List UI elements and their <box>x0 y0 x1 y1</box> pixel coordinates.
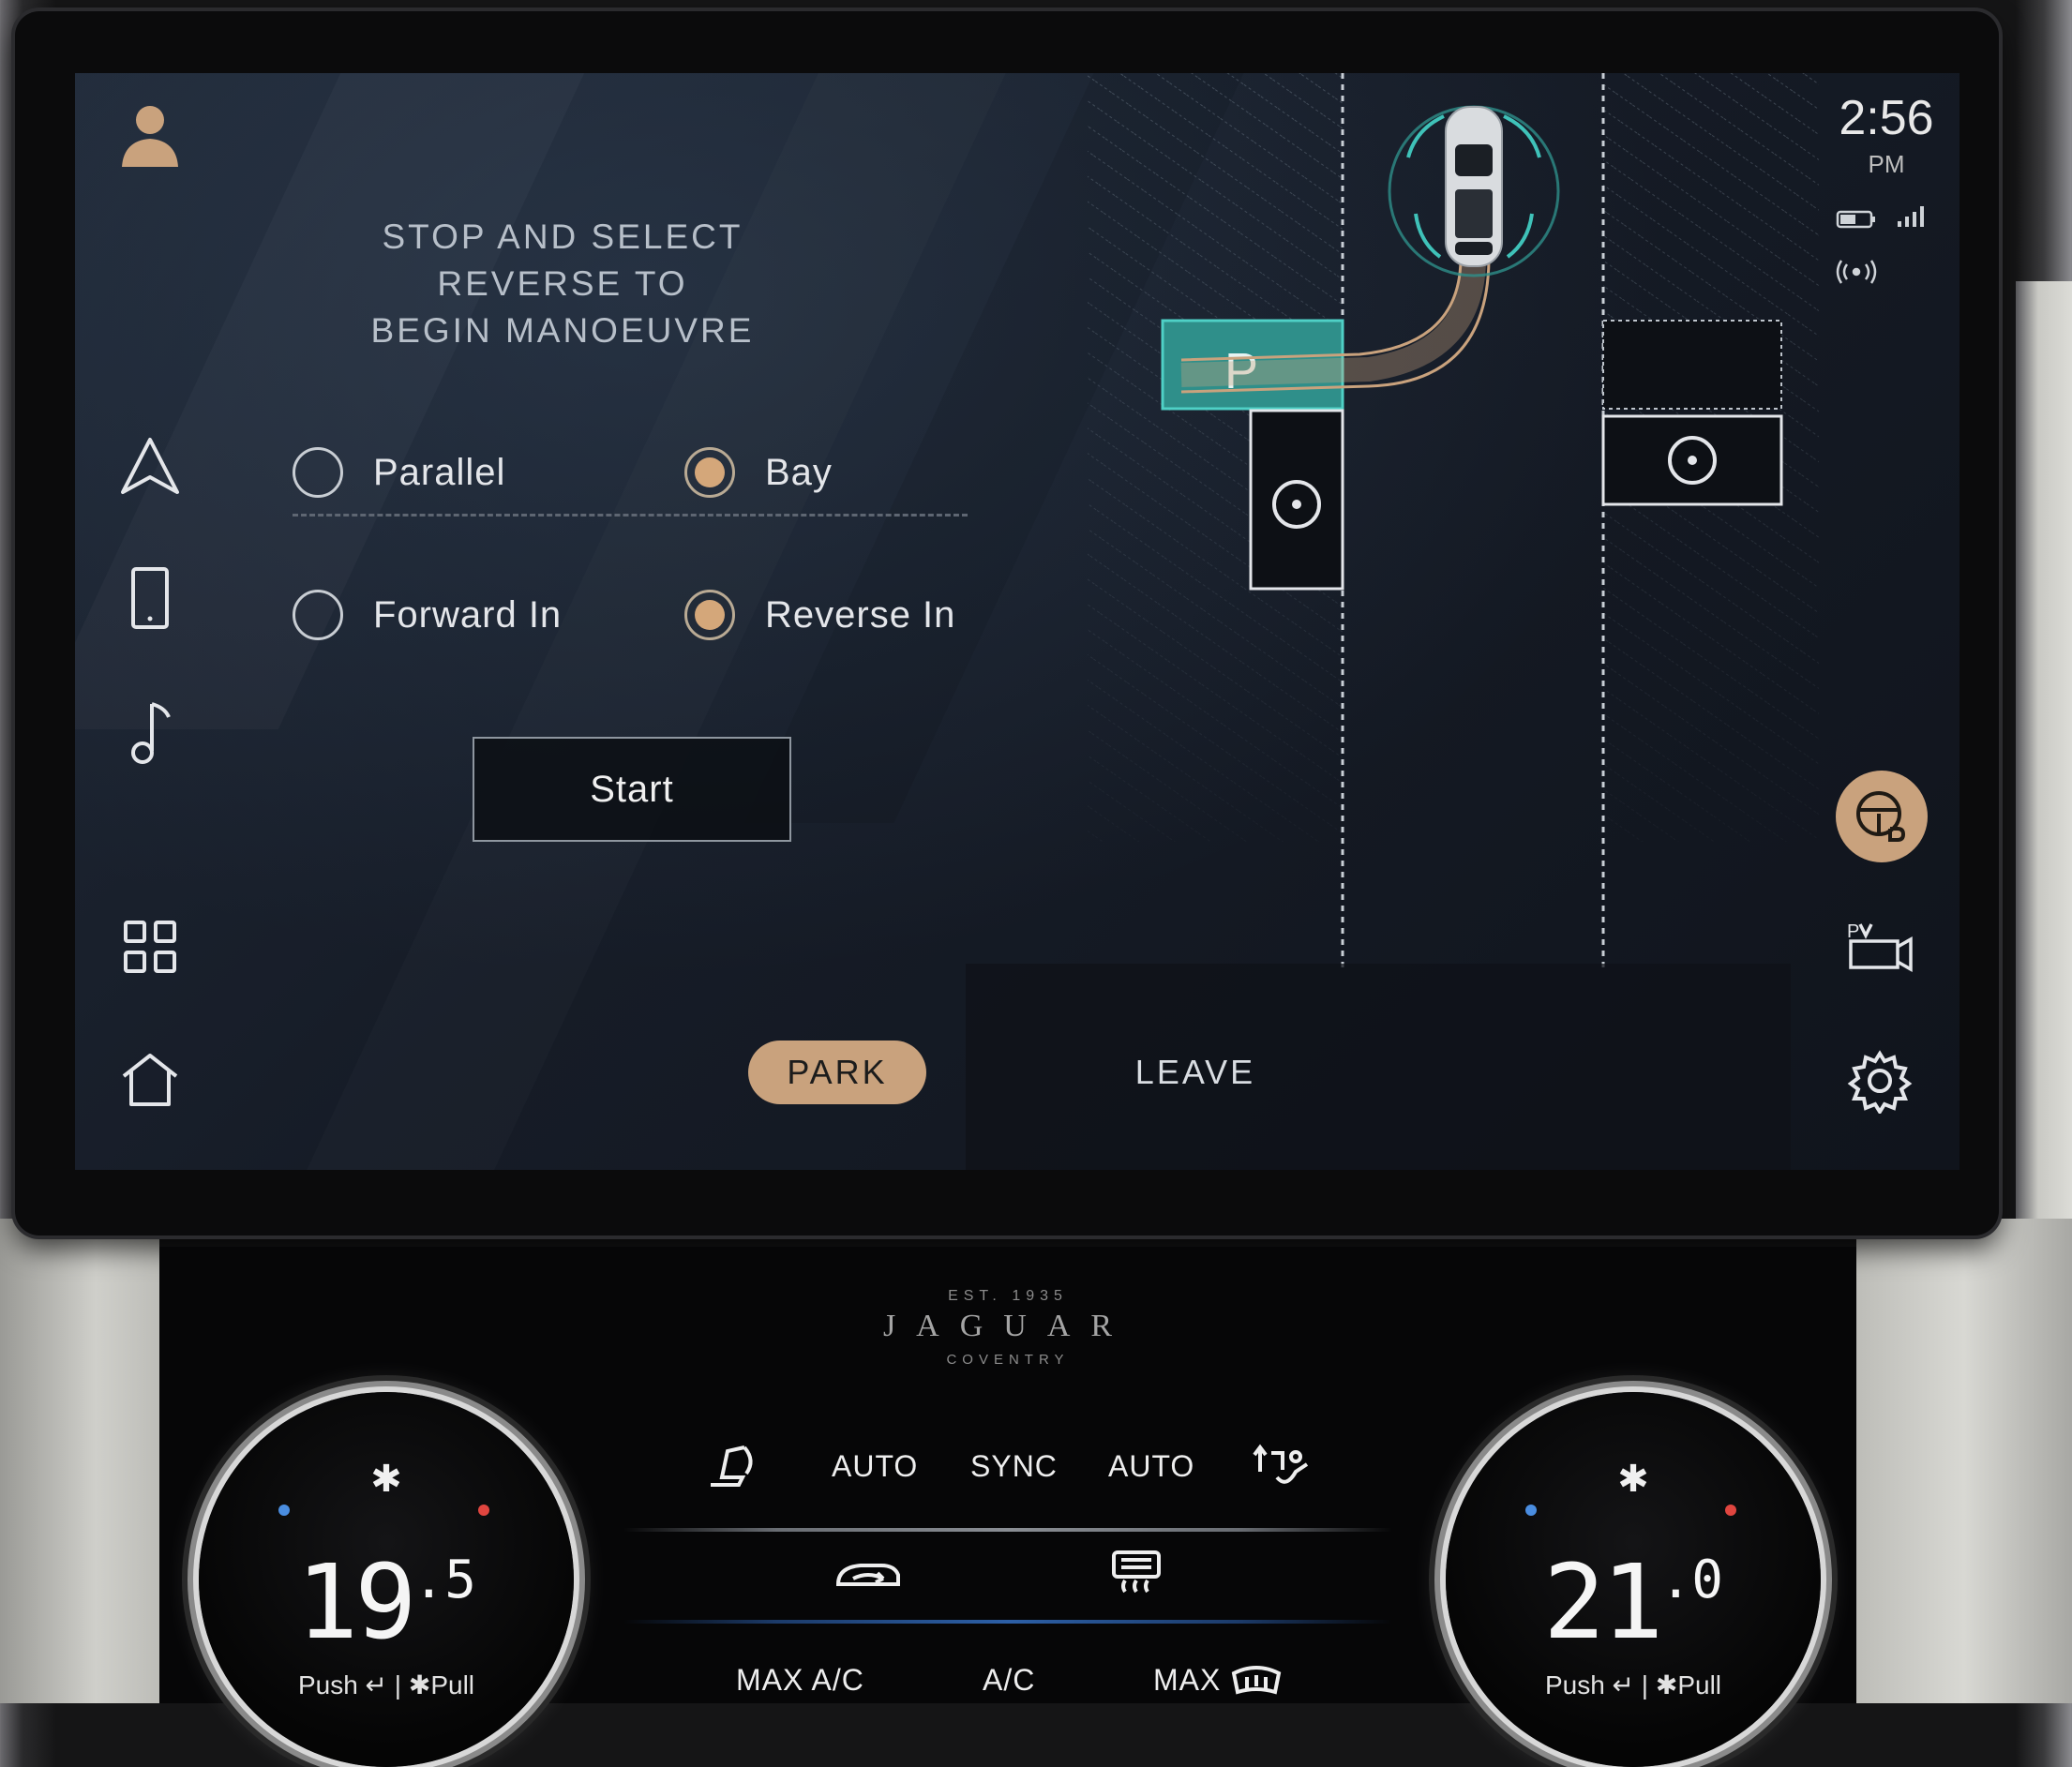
infotainment-bezel: STOP AND SELECT REVERSE TO BEGIN MANOEUV… <box>15 11 1999 1235</box>
options-divider <box>293 514 968 517</box>
right-push-label: Push <box>1544 1670 1605 1700</box>
phone-icon[interactable] <box>113 561 188 636</box>
rear-defrost-icon[interactable] <box>1108 1547 1164 1600</box>
brand-logo: JAGUAR <box>882 1309 1134 1343</box>
park-tab[interactable]: PARK <box>748 1041 926 1104</box>
vehicle-icon <box>1445 106 1503 267</box>
svg-text:P: P <box>1847 921 1859 942</box>
cabin-trim-left <box>0 1219 159 1703</box>
media-icon[interactable] <box>113 696 188 771</box>
side-nav <box>75 73 225 1170</box>
start-button[interactable]: Start <box>473 737 791 842</box>
settings-icon[interactable] <box>1847 1048 1913 1118</box>
left-temperature: 19.5 <box>199 1542 574 1662</box>
option-parallel[interactable]: Parallel <box>293 444 505 501</box>
navigation-icon[interactable] <box>113 429 188 504</box>
clock-ampm: PM <box>1868 150 1905 178</box>
status-bar: 2:56 PM P <box>1809 73 1959 1170</box>
clock-time: 2:56 <box>1839 91 1934 145</box>
brand-city: COVENTRY <box>946 1352 1070 1368</box>
radio-bay[interactable] <box>684 447 735 498</box>
auto-left-button[interactable]: AUTO <box>832 1449 918 1484</box>
mode-bar <box>966 964 1791 1170</box>
park-assist-icon[interactable] <box>1836 771 1928 862</box>
option-forward-in-label: Forward In <box>373 593 563 636</box>
airflow-icon[interactable] <box>1253 1444 1313 1497</box>
max-defrost-label: MAX <box>1153 1663 1222 1697</box>
left-push-label: Push <box>297 1670 358 1700</box>
option-reverse-in[interactable]: Reverse In <box>684 587 955 643</box>
radio-parallel[interactable] <box>293 447 343 498</box>
apps-icon[interactable] <box>113 909 188 984</box>
left-temp-main: 19 <box>296 1542 416 1662</box>
left-temp-decimal: .5 <box>413 1550 476 1610</box>
option-reverse-in-label: Reverse In <box>765 593 956 636</box>
recirculation-icon[interactable] <box>833 1552 904 1598</box>
profile-icon[interactable] <box>113 96 188 171</box>
sync-button[interactable]: SYNC <box>970 1449 1058 1484</box>
lower-slider[interactable] <box>623 1620 1392 1624</box>
front-defrost-icon <box>1231 1665 1282 1695</box>
instruction-line-2: BEGIN MANOEUVRE <box>370 311 755 350</box>
radio-forward-in[interactable] <box>293 590 343 640</box>
ac-button[interactable]: A/C <box>983 1663 1035 1698</box>
battery-icon <box>1836 208 1877 235</box>
fan-icon: ✱ <box>370 1459 402 1500</box>
seat-heat-icon[interactable] <box>703 1442 759 1495</box>
left-temperature-dial[interactable]: ✱ 19.5 Push ↵ | ✱Pull <box>199 1392 574 1767</box>
hot-indicator <box>1725 1505 1736 1516</box>
fan-icon: ✱ <box>1617 1459 1649 1500</box>
right-temperature-dial[interactable]: ✱ 21.0 Push ↵ | ✱Pull <box>1446 1392 1821 1767</box>
clock: 2:56 PM <box>1830 90 1943 179</box>
left-pull-label: Pull <box>430 1670 475 1700</box>
right-temp-decimal: .0 <box>1659 1550 1723 1610</box>
cold-indicator <box>1525 1505 1537 1516</box>
option-bay-label: Bay <box>765 451 833 493</box>
leave-tab[interactable]: LEAVE <box>1116 1041 1275 1104</box>
radio-reverse-in[interactable] <box>684 590 735 640</box>
upper-slider[interactable] <box>623 1528 1392 1532</box>
parking-diagram: P <box>975 73 1838 992</box>
climate-panel: EST. 1935 JAGUAR COVENTRY ✱ 19.5 Push ↵ … <box>159 1247 1856 1767</box>
brand-est: EST. 1935 <box>948 1288 1068 1304</box>
left-push-pull: Push ↵ | ✱Pull <box>297 1670 475 1700</box>
right-temperature: 21.0 <box>1446 1542 1821 1662</box>
wireless-icon <box>1834 259 1879 290</box>
touchscreen: STOP AND SELECT REVERSE TO BEGIN MANOEUV… <box>75 73 1959 1170</box>
right-push-pull: Push ↵ | ✱Pull <box>1544 1670 1722 1700</box>
right-temp-main: 21 <box>1543 1542 1663 1662</box>
option-bay[interactable]: Bay <box>684 444 833 501</box>
instruction-line-1: STOP AND SELECT REVERSE TO <box>382 217 743 303</box>
signal-icon <box>1896 202 1929 233</box>
max-ac-button[interactable]: MAX A/C <box>736 1663 864 1698</box>
hot-indicator <box>478 1505 489 1516</box>
option-forward-in[interactable]: Forward In <box>293 587 562 643</box>
cold-indicator <box>278 1505 290 1516</box>
parking-camera-icon[interactable]: P <box>1843 917 1918 978</box>
option-parallel-label: Parallel <box>373 451 506 493</box>
max-defrost-button[interactable]: MAX <box>1153 1663 1283 1701</box>
right-pull-label: Pull <box>1677 1670 1722 1700</box>
instruction-message: STOP AND SELECT REVERSE TO BEGIN MANOEUV… <box>319 214 806 354</box>
auto-right-button[interactable]: AUTO <box>1108 1449 1194 1484</box>
cabin-trim-right-lower <box>1856 1219 2072 1703</box>
home-icon[interactable] <box>113 1042 188 1117</box>
